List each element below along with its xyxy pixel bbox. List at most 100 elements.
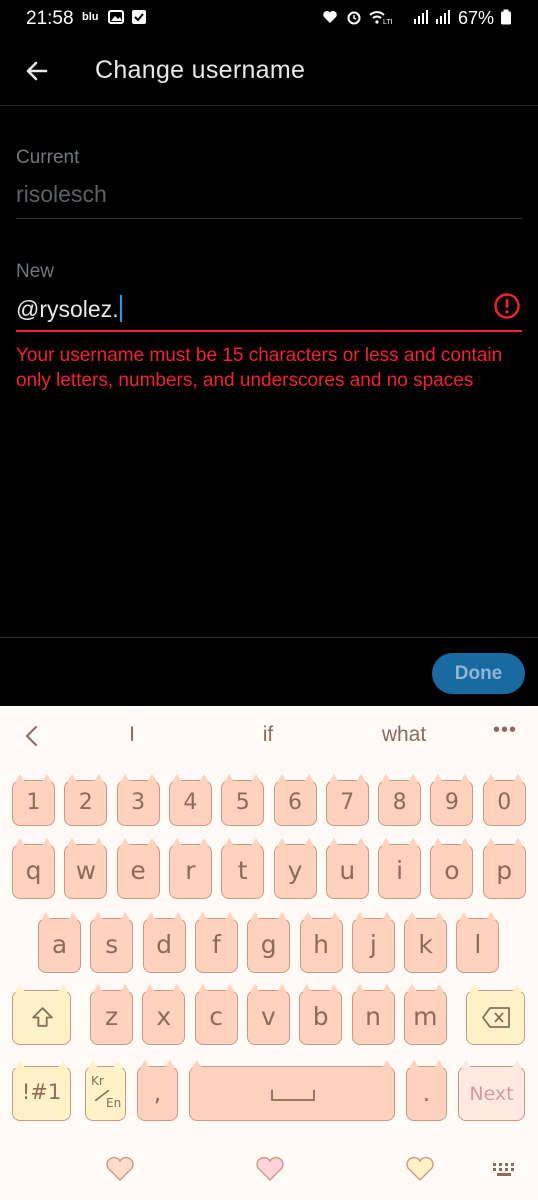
key-label: j xyxy=(369,930,377,959)
key-label: l xyxy=(474,930,482,959)
key-label: 7 xyxy=(340,790,355,815)
key-b[interactable]: b xyxy=(299,984,343,1045)
key-4[interactable]: 4 xyxy=(168,774,212,826)
key-c[interactable]: c xyxy=(194,984,238,1045)
space-key[interactable] xyxy=(189,1060,395,1121)
battery-percent: 67% xyxy=(458,8,495,28)
page-title: Change username xyxy=(95,56,306,84)
key-w[interactable]: w xyxy=(64,838,108,899)
symbols-key-label: !#1 xyxy=(21,1080,62,1104)
symbols-key[interactable]: !#1 xyxy=(12,1060,71,1121)
key-n[interactable]: n xyxy=(351,984,395,1045)
key-label: c xyxy=(209,1002,223,1031)
language-key-bottom: En xyxy=(106,1096,122,1110)
suggestion-word[interactable]: what xyxy=(344,723,464,747)
key-7[interactable]: 7 xyxy=(325,774,369,826)
key-3[interactable]: 3 xyxy=(116,774,160,826)
key-k[interactable]: k xyxy=(404,912,448,973)
key-h[interactable]: h xyxy=(299,912,343,973)
key-q[interactable]: q xyxy=(12,838,55,899)
signal-icon-1 xyxy=(414,10,428,24)
key-j[interactable]: j xyxy=(351,912,395,973)
gallery-icon xyxy=(108,10,124,24)
signal-icon-2 xyxy=(436,10,450,24)
key-label: y xyxy=(287,856,303,885)
key-label: u xyxy=(339,856,356,885)
key-label: 9 xyxy=(444,790,459,815)
text-caret xyxy=(119,295,122,322)
key-2[interactable]: 2 xyxy=(64,774,108,826)
key-t[interactable]: t xyxy=(221,838,265,899)
key-label: q xyxy=(25,856,42,885)
key-1[interactable]: 1 xyxy=(12,774,55,826)
key-m[interactable]: m xyxy=(403,984,447,1045)
key-d[interactable]: d xyxy=(142,912,186,973)
key-l[interactable]: l xyxy=(456,912,500,973)
key-e[interactable]: e xyxy=(116,838,160,899)
key-label: m xyxy=(413,1002,438,1031)
back-arrow-icon[interactable] xyxy=(20,54,54,88)
key-label: 6 xyxy=(288,790,302,815)
next-key[interactable]: Next xyxy=(458,1060,525,1121)
key-label: 0 xyxy=(497,790,512,815)
key-p[interactable]: p xyxy=(482,838,526,899)
key-6[interactable]: 6 xyxy=(273,774,317,826)
keyboard-switch-icon[interactable] xyxy=(492,1162,518,1178)
current-username: risolesch xyxy=(16,181,107,207)
space-bar-icon xyxy=(271,1090,315,1101)
backspace-key[interactable] xyxy=(466,984,525,1045)
key-label: v xyxy=(260,1002,276,1031)
comma-key-label: , xyxy=(153,1081,162,1107)
shift-key[interactable] xyxy=(12,984,71,1045)
key-g[interactable]: g xyxy=(247,912,291,973)
key-5[interactable]: 5 xyxy=(221,774,265,826)
key-0[interactable]: 0 xyxy=(482,774,526,826)
keyboard-nav-row xyxy=(0,1146,538,1200)
language-key[interactable]: Kr / En xyxy=(85,1060,126,1121)
alarm-icon xyxy=(347,11,361,25)
key-s[interactable]: s xyxy=(90,912,134,973)
key-v[interactable]: v xyxy=(246,984,290,1045)
comma-key[interactable]: , xyxy=(137,1060,178,1121)
heart-icon[interactable] xyxy=(405,1156,435,1182)
done-button[interactable]: Done xyxy=(432,653,525,694)
key-u[interactable]: u xyxy=(325,838,369,899)
key-y[interactable]: y xyxy=(273,838,317,899)
heart-icon[interactable] xyxy=(105,1156,135,1182)
key-label: 4 xyxy=(183,790,198,815)
chevron-left-icon[interactable] xyxy=(22,724,42,748)
key-o[interactable]: o xyxy=(430,838,474,899)
key-label: n xyxy=(365,1002,381,1031)
key-z[interactable]: z xyxy=(90,984,133,1045)
period-key[interactable]: . xyxy=(406,1060,447,1121)
suggestion-bar: I if what ••• xyxy=(0,706,538,764)
key-label: r xyxy=(185,856,196,885)
key-8[interactable]: 8 xyxy=(378,774,422,826)
svg-text:LTE: LTE xyxy=(383,19,392,25)
key-label: i xyxy=(396,856,404,885)
key-a[interactable]: a xyxy=(38,912,81,973)
backspace-icon xyxy=(482,1007,510,1028)
key-9[interactable]: 9 xyxy=(430,774,474,826)
key-label: o xyxy=(444,856,460,885)
status-time: 21:58 xyxy=(26,8,74,29)
key-x[interactable]: x xyxy=(142,984,186,1045)
new-username-input[interactable]: @rysolez. xyxy=(16,295,122,323)
key-label: 8 xyxy=(392,790,407,815)
key-f[interactable]: f xyxy=(194,912,238,973)
checkbox-icon xyxy=(132,10,146,24)
period-key-label: . xyxy=(422,1081,431,1107)
key-i[interactable]: i xyxy=(378,838,422,899)
key-r[interactable]: r xyxy=(168,838,212,899)
heart-icon[interactable] xyxy=(255,1156,285,1182)
key-label: e xyxy=(130,856,146,885)
more-options-icon[interactable]: ••• xyxy=(493,719,517,742)
key-label: t xyxy=(237,856,248,885)
carrier-logo: blu xyxy=(82,11,99,23)
key-label: x xyxy=(156,1002,172,1031)
suggestion-word[interactable]: if xyxy=(208,723,328,747)
bottom-bar: Done xyxy=(0,637,538,706)
suggestion-word[interactable]: I xyxy=(72,723,192,747)
key-label: 1 xyxy=(26,790,41,815)
new-username-underline xyxy=(16,330,522,332)
